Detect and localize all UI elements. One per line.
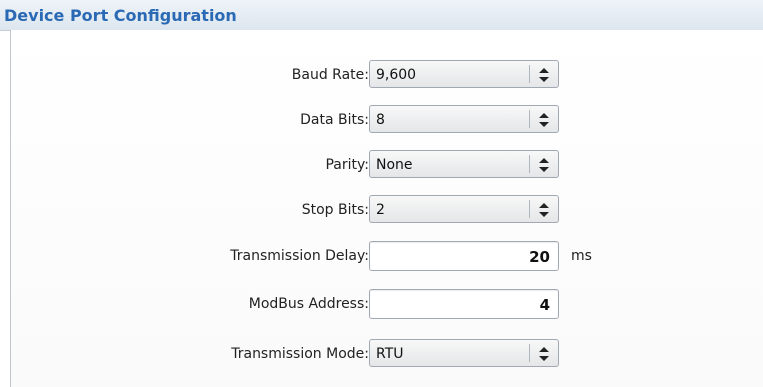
data-bits-label: Data Bits: <box>300 112 369 128</box>
transmission-delay-row: Transmission Delay: 20 ms <box>11 241 763 271</box>
updown-arrows-icon <box>539 68 549 82</box>
parity-select[interactable]: None <box>369 150 559 178</box>
stop-bits-select[interactable]: 2 <box>369 195 559 223</box>
updown-arrows-icon <box>539 158 549 172</box>
baud-rate-value: 9,600 <box>376 67 417 83</box>
transmission-delay-label: Transmission Delay: <box>230 248 369 264</box>
transmission-mode-value: RTU <box>376 346 404 362</box>
select-divider <box>529 344 530 362</box>
baud-rate-select[interactable]: 9,600 <box>369 60 559 88</box>
modbus-address-value: 4 <box>539 296 550 314</box>
data-bits-row: Data Bits: 8 <box>11 105 763 135</box>
transmission-mode-label: Transmission Mode: <box>231 346 369 362</box>
transmission-delay-unit: ms <box>571 248 592 264</box>
stop-bits-label: Stop Bits: <box>301 202 369 218</box>
baud-rate-label: Baud Rate: <box>291 67 369 83</box>
select-divider <box>529 110 530 128</box>
panel-header: Device Port Configuration <box>0 0 763 31</box>
parity-value: None <box>376 157 413 173</box>
select-divider <box>529 200 530 218</box>
updown-arrows-icon <box>539 113 549 127</box>
panel-title: Device Port Configuration <box>4 6 237 25</box>
modbus-address-row: ModBus Address: 4 <box>11 289 763 319</box>
parity-label: Parity: <box>325 157 369 173</box>
transmission-delay-value: 20 <box>529 248 550 266</box>
select-divider <box>529 155 530 173</box>
data-bits-select[interactable]: 8 <box>369 105 559 133</box>
data-bits-value: 8 <box>376 112 385 128</box>
parity-row: Parity: None <box>11 150 763 180</box>
select-divider <box>529 65 530 83</box>
panel-body: Baud Rate: 9,600 Data Bits: 8 Parity: No… <box>10 30 763 387</box>
transmission-mode-select[interactable]: RTU <box>369 339 559 367</box>
modbus-address-label: ModBus Address: <box>248 296 369 312</box>
stop-bits-row: Stop Bits: 2 <box>11 195 763 225</box>
modbus-address-input[interactable]: 4 <box>369 289 559 319</box>
stop-bits-value: 2 <box>376 202 385 218</box>
transmission-mode-row: Transmission Mode: RTU <box>11 339 763 369</box>
baud-rate-row: Baud Rate: 9,600 <box>11 60 763 90</box>
updown-arrows-icon <box>539 203 549 217</box>
updown-arrows-icon <box>539 347 549 361</box>
transmission-delay-input[interactable]: 20 <box>369 241 559 271</box>
